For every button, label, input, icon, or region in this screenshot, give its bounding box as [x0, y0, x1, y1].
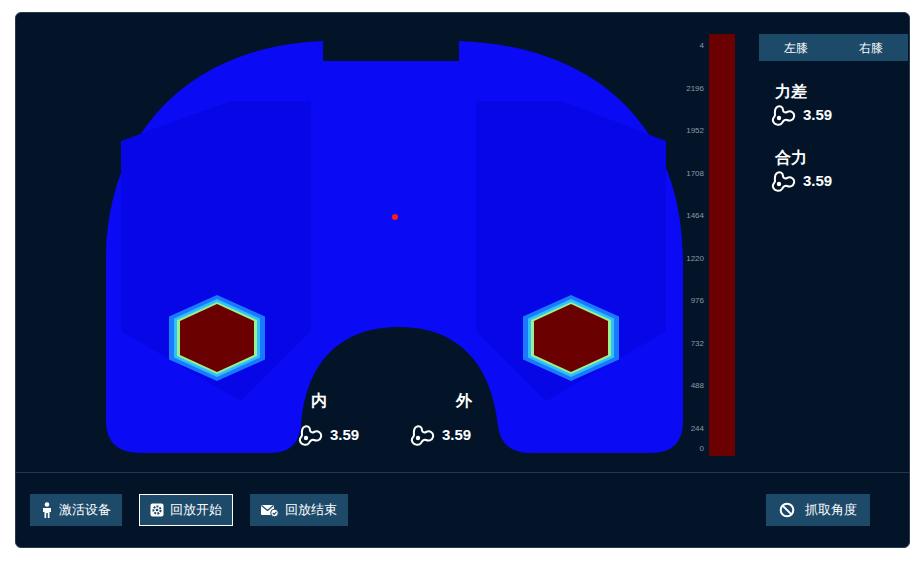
scale-tick: 2196 — [680, 84, 704, 94]
zone-value: 3.59 — [410, 424, 471, 446]
knee-icon — [771, 170, 797, 192]
metric-row: 3.59 — [771, 104, 908, 126]
pad-core — [534, 304, 608, 372]
toolbar-button[interactable]: 抓取角度 — [766, 494, 870, 526]
pressure-pad — [523, 295, 619, 381]
zone-value-text: 3.59 — [330, 425, 359, 445]
toolbar-right: 抓取角度 — [766, 494, 895, 526]
scale-tick: 1220 — [680, 254, 704, 264]
metric-label: 力差 — [771, 82, 908, 102]
scale-tick: 976 — [680, 296, 704, 306]
metric: 合力 3.59 — [771, 148, 908, 192]
metric-value: 3.59 — [803, 105, 832, 125]
knee-tab[interactable]: 左膝 — [759, 34, 834, 61]
mail-check-icon — [261, 504, 279, 517]
ban-icon — [779, 502, 795, 518]
toolbar-button[interactable]: 回放结束 — [250, 494, 348, 526]
person-icon — [41, 502, 53, 518]
main-panel: 内3.59外3.59421961952170814641220976732488… — [15, 12, 910, 548]
scale-tick: 488 — [680, 381, 704, 391]
zone-label: 内 — [311, 391, 327, 411]
scale-tick: 244 — [680, 424, 704, 434]
toolbar-left: 激活设备 回放开始 回放结束 — [30, 494, 348, 526]
scale-tick: 0 — [680, 444, 704, 454]
knee-tabs: 左膝右膝 — [759, 34, 908, 61]
zone-value: 3.59 — [298, 424, 359, 446]
color-scale-bar — [709, 34, 735, 456]
scale-tick: 1464 — [680, 211, 704, 221]
zone-value-text: 3.59 — [442, 425, 471, 445]
scale-tick: 1952 — [680, 126, 704, 136]
side-panel: 左膝右膝力差 3.59 合力 3.59 — [759, 34, 908, 192]
toolbar-button-label: 激活设备 — [59, 502, 111, 518]
gear-icon — [150, 503, 164, 517]
toolbar-button[interactable]: 回放开始 — [139, 494, 233, 526]
metric-value: 3.59 — [803, 171, 832, 191]
knee-icon — [410, 424, 436, 446]
toolbar-button-label: 抓取角度 — [805, 502, 857, 518]
scale-tick: 1708 — [680, 169, 704, 179]
knee-outline — [106, 41, 683, 453]
toolbar-button[interactable]: 激活设备 — [30, 494, 122, 526]
metric-label: 合力 — [771, 148, 908, 168]
toolbar: 激活设备 回放开始 回放结束 抓取角度 — [16, 473, 909, 547]
knee-icon — [298, 424, 324, 446]
knee-view: 内3.59外3.59421961952170814641220976732488… — [16, 13, 909, 473]
metrics: 力差 3.59 合力 3.59 — [759, 61, 908, 192]
metric-row: 3.59 — [771, 170, 908, 192]
knee-icon — [771, 104, 797, 126]
toolbar-button-label: 回放开始 — [170, 502, 222, 518]
pressure-pad — [169, 295, 265, 381]
knee-tab[interactable]: 右膝 — [834, 34, 909, 61]
metric: 力差 3.59 — [771, 82, 908, 126]
center-marker — [392, 214, 398, 220]
scale-tick: 732 — [680, 339, 704, 349]
zone-label: 外 — [456, 391, 472, 411]
scale-tick: 4 — [680, 41, 704, 51]
toolbar-button-label: 回放结束 — [285, 502, 337, 518]
pad-core — [180, 304, 254, 372]
